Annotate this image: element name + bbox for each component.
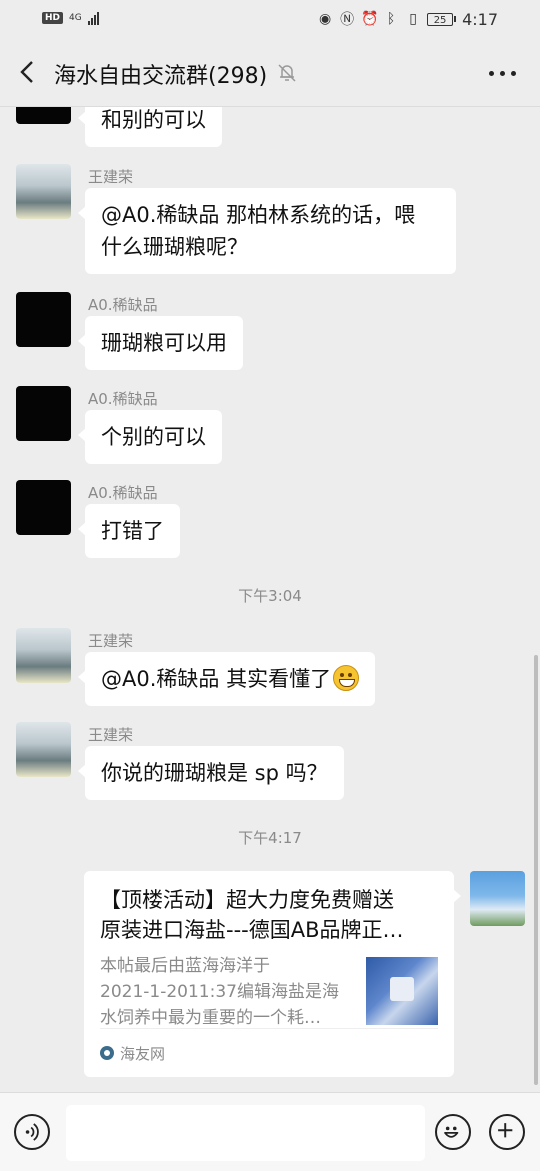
link-card-description: 本帖最后由蓝海海洋于 2021-1-2011:37编辑海盐是海 水饲养中最为重要… [100, 956, 339, 1028]
self-avatar[interactable] [470, 871, 525, 926]
sender-name: A0.稀缺品 [88, 484, 158, 502]
network-type: 4G [69, 12, 82, 23]
battery-level: 25 [427, 12, 454, 26]
sender-name: 王建荣 [88, 168, 134, 186]
street-avatar[interactable] [16, 628, 71, 683]
input-bar [0, 1092, 540, 1171]
more-options-button[interactable] [489, 60, 516, 86]
emoji-button-icon[interactable] [435, 1114, 471, 1150]
message-bubble[interactable]: 你说的珊瑚粮是 sp 吗？ [78, 746, 344, 800]
message-bubble[interactable]: 个别的可以 [78, 410, 222, 464]
joker-avatar[interactable] [16, 292, 71, 347]
sender-name: 王建荣 [88, 726, 134, 744]
link-card-body: 本帖最后由蓝海海洋于 2021-1-2011:37编辑海盐是海 水饲养中最为重要… [100, 953, 438, 1031]
grin-emoji-icon [333, 665, 360, 691]
status-left: HD 4G [42, 11, 99, 25]
chat-scrollbar[interactable] [534, 655, 538, 1085]
sender-name: 王建荣 [88, 632, 134, 650]
message-bubble[interactable]: @A0.稀缺品 其实看懂了 [77, 652, 376, 706]
street-avatar[interactable] [16, 164, 71, 219]
link-card[interactable]: 【顶楼活动】超大力度免费赠送 原装进口海盐---德国AB品牌正… 本帖最后由蓝海… [84, 871, 461, 1077]
link-card-title: 【顶楼活动】超大力度免费赠送 原装进口海盐---德国AB品牌正… [100, 888, 404, 942]
link-card-footer: 海友网 [100, 1028, 438, 1077]
bluetooth-icon: ᛒ [386, 11, 396, 27]
joker-avatar[interactable] [16, 107, 71, 124]
plus-button-icon[interactable] [489, 1114, 525, 1150]
message-bubble[interactable]: @A0.稀缺品 那柏林系统的话，喂 什么珊瑚粮呢？ [78, 188, 456, 274]
chat-title: 海水自由交流群(298) [54, 64, 268, 89]
joker-avatar[interactable] [16, 480, 71, 535]
voice-input-icon[interactable] [14, 1114, 50, 1150]
vibrate-icon: ▯ [409, 11, 417, 27]
status-time: 4:17 [462, 9, 498, 29]
joker-avatar[interactable] [16, 386, 71, 441]
signal-icon [87, 11, 99, 25]
source-logo-icon [100, 1046, 114, 1060]
mute-bell-icon [278, 64, 296, 82]
timestamp: 下午4:17 [238, 829, 302, 847]
nfc-icon: Ⓝ [340, 12, 355, 28]
sender-name: A0.稀缺品 [88, 390, 158, 408]
alarm-icon: ⏰ [361, 11, 379, 27]
back-arrow-icon[interactable] [14, 58, 42, 86]
status-bar: HD 4G ◉ Ⓝ ⏰ ᛒ ▯ 25 4:17 [0, 0, 540, 40]
chat-header: 海水自由交流群(298) [0, 40, 540, 107]
message-input[interactable] [66, 1105, 425, 1161]
chat-area[interactable]: 和别的可以 王建荣 @A0.稀缺品 那柏林系统的话，喂 什么珊瑚粮呢？ A0.稀… [0, 107, 540, 1092]
sender-name: A0.稀缺品 [88, 296, 158, 314]
message-bubble[interactable]: 打错了 [78, 504, 180, 558]
hd-badge: HD [42, 12, 64, 24]
link-card-thumbnail [366, 957, 438, 1025]
status-right: ◉ Ⓝ ⏰ ᛒ ▯ 25 4:17 [317, 9, 498, 29]
battery-icon: 25 [427, 12, 457, 26]
eye-icon: ◉ [318, 11, 332, 27]
message-bubble[interactable]: 和别的可以 [78, 107, 222, 147]
message-bubble[interactable]: 珊瑚粮可以用 [78, 316, 243, 370]
street-avatar[interactable] [16, 722, 71, 777]
timestamp: 下午3:04 [238, 587, 302, 605]
link-card-source: 海友网 [120, 1044, 166, 1063]
